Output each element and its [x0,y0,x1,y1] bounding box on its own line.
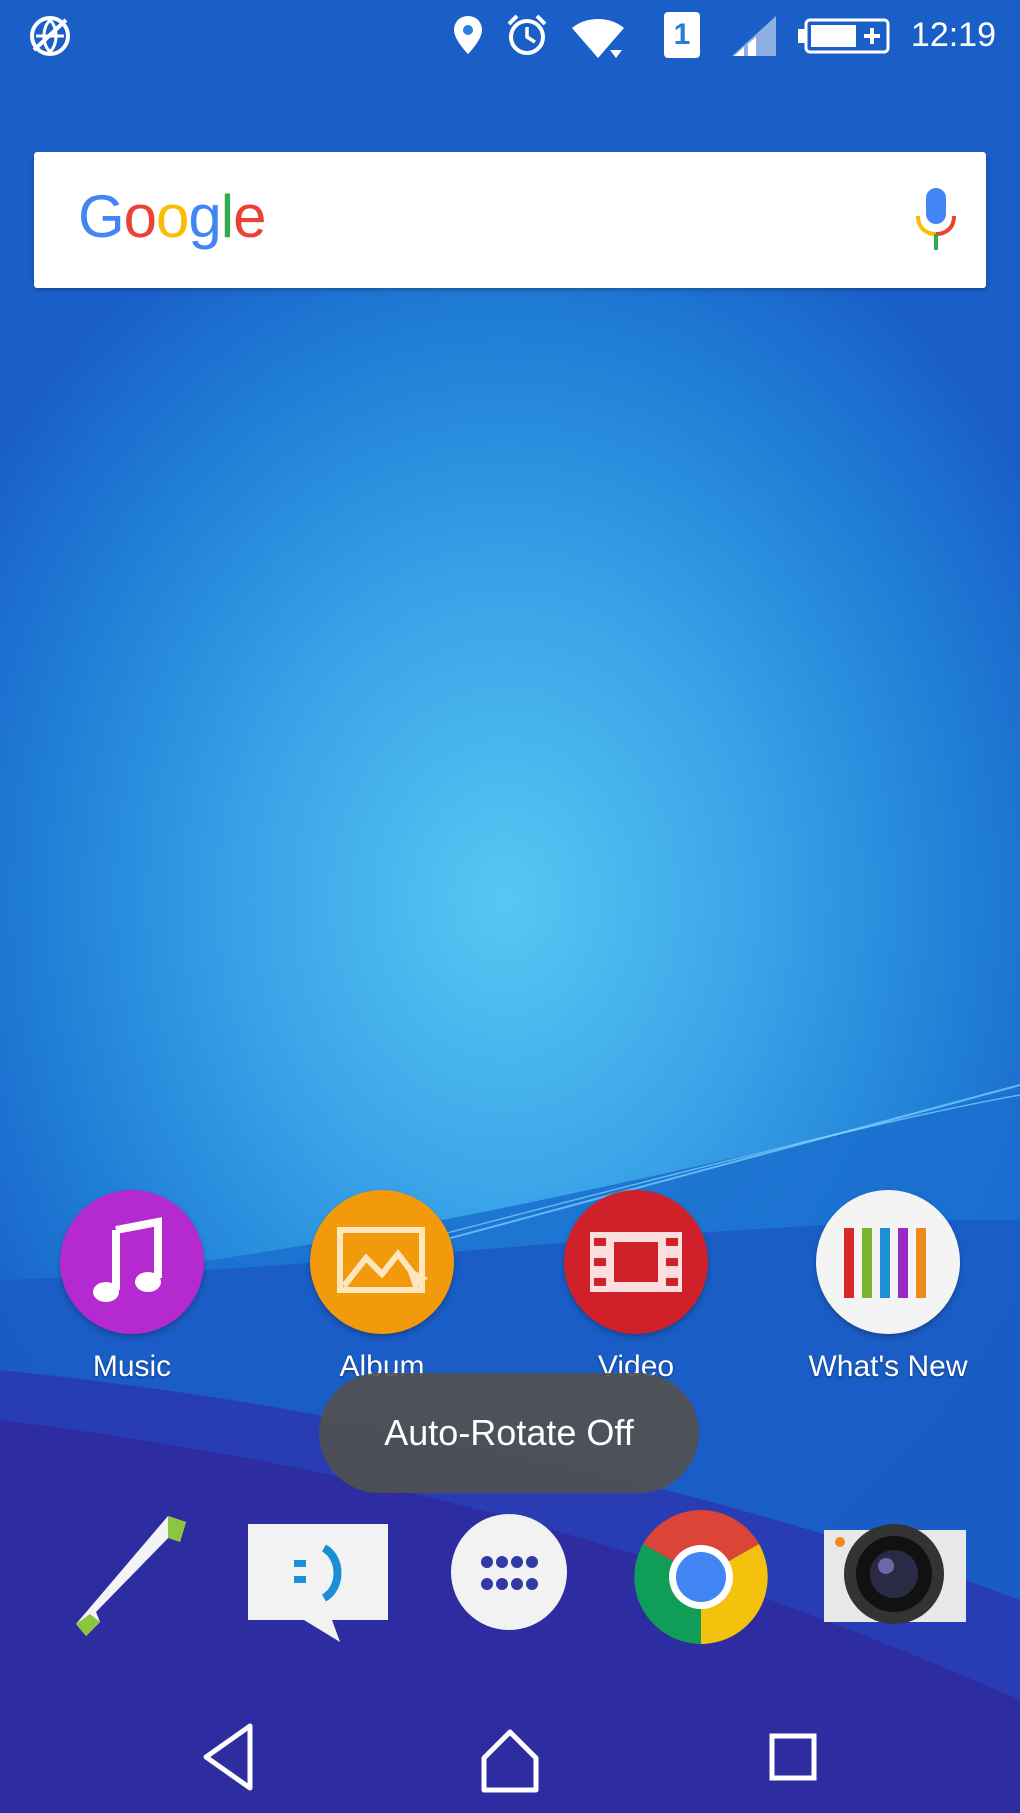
dock-chrome[interactable] [626,1502,776,1652]
navigation-bar [0,1700,1020,1813]
logo-letter: g [188,183,221,250]
dock-app-drawer[interactable] [434,1502,584,1652]
toast-message: Auto-Rotate Off [319,1373,699,1493]
status-clock: 12:19 [910,16,996,54]
sim-slot-label: 1 [673,18,691,51]
status-bar: 1 12:19 [0,0,1020,76]
recents-icon [769,1733,817,1781]
sim-icon: 1 [664,12,700,58]
app-music[interactable]: Music [22,1190,242,1384]
camera-icon [824,1524,966,1624]
no-data-icon [30,16,70,56]
app-whats-new[interactable]: What's New [778,1190,998,1384]
app-label: Music [92,1350,172,1383]
chrome-icon [634,1510,768,1644]
home-icon [481,1729,539,1793]
mic-icon[interactable] [914,188,958,252]
signal-icon [732,16,776,56]
wifi-icon [572,19,624,58]
logo-letter: o [156,183,189,250]
phone-icon [76,1516,186,1636]
nav-back-button[interactable] [168,1700,288,1813]
dock-messaging[interactable] [244,1502,394,1652]
app-drawer-icon [451,1514,567,1630]
music-icon [60,1190,204,1334]
album-icon [310,1190,454,1334]
logo-letter: l [220,183,234,250]
app-video[interactable]: Video [526,1190,746,1384]
logo-letter: G [78,183,125,250]
back-icon [203,1723,253,1791]
google-search-bar[interactable]: Google [34,152,986,288]
nav-home-button[interactable] [450,1700,570,1813]
logo-letter: o [123,183,157,250]
video-icon [564,1190,708,1334]
location-icon [454,16,482,54]
nav-recents-button[interactable] [734,1700,854,1813]
logo-letter: e [233,183,266,250]
whats-new-icon [816,1190,960,1334]
app-album[interactable]: Album [272,1190,492,1384]
messaging-icon [248,1524,388,1642]
alarm-icon [507,14,547,55]
app-label: What's New [808,1350,968,1383]
dock-phone[interactable] [56,1502,206,1652]
dock-camera[interactable] [820,1502,970,1652]
battery-icon [798,18,890,54]
google-logo: Google [78,182,267,251]
